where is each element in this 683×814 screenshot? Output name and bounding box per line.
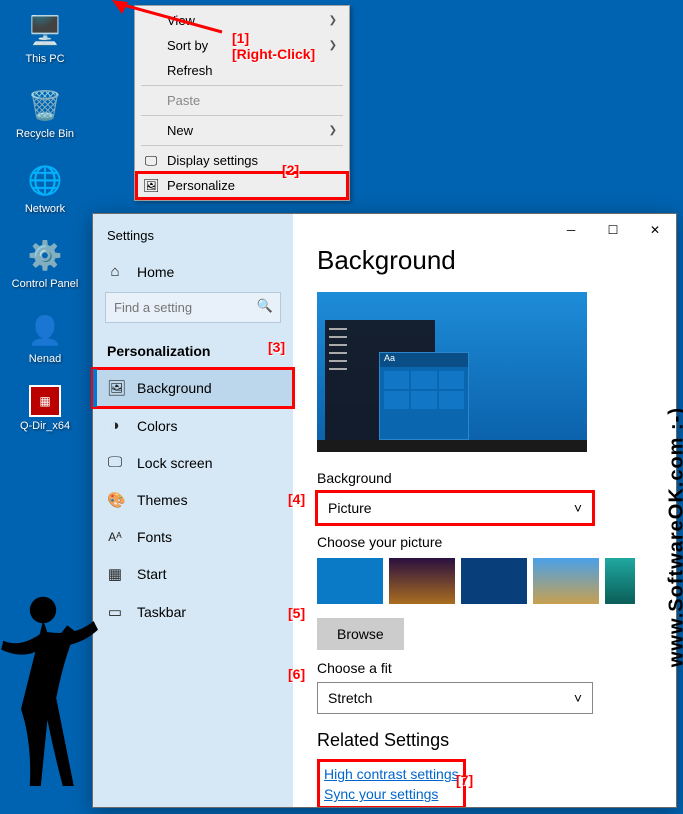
related-links: High contrast settings Sync your setting… xyxy=(317,759,466,807)
ctx-paste: Paste xyxy=(137,88,347,113)
ctx-new[interactable]: New ❯ xyxy=(137,118,347,143)
picture-thumb[interactable] xyxy=(317,558,383,604)
link-sync-settings[interactable]: Sync your settings xyxy=(324,784,459,804)
sidebar-home[interactable]: ⌂ Home xyxy=(93,257,293,290)
desktop-icon-recycle-bin[interactable]: 🗑️ Recycle Bin xyxy=(10,85,80,140)
home-icon: ⌂ xyxy=(107,263,123,280)
background-icon: 🖼 xyxy=(107,379,123,397)
desktop-icon-network[interactable]: 🌐 Network xyxy=(10,160,80,215)
background-preview: Aa xyxy=(317,292,587,452)
settings-content: Background Aa Background Picture ˅ Choos… xyxy=(293,245,676,807)
ctx-personalize[interactable]: 🖼 Personalize xyxy=(137,173,347,198)
settings-window: Settings ⌂ Home 🔍 Personalization 🖼 Back… xyxy=(92,213,677,808)
link-high-contrast[interactable]: High contrast settings xyxy=(324,764,459,784)
picture-thumb[interactable] xyxy=(605,558,635,604)
picture-thumb[interactable] xyxy=(533,558,599,604)
network-icon: 🌐 xyxy=(25,160,65,200)
sidebar-nav-lock-screen[interactable]: 🖵 Lock screen xyxy=(93,444,293,481)
sidebar-nav-start[interactable]: ▦ Start xyxy=(93,555,293,593)
settings-main: ─ ☐ ✕ Background Aa Background Picture ˅ xyxy=(293,214,676,807)
themes-icon: 🎨 xyxy=(107,491,123,509)
picture-thumbnails xyxy=(317,558,652,604)
sidebar-category: Personalization xyxy=(93,337,293,369)
sidebar-nav-colors[interactable]: ◑ Colors xyxy=(93,407,293,444)
preview-sample-window: Aa xyxy=(379,352,469,440)
label-choose-picture: Choose your picture xyxy=(317,534,652,550)
chevron-right-icon: ❯ xyxy=(329,125,337,136)
page-title: Background xyxy=(317,245,652,276)
recycle-bin-icon: 🗑️ xyxy=(25,85,65,125)
lock-icon: 🖵 xyxy=(107,454,123,471)
background-type-dropdown[interactable]: Picture ˅ xyxy=(317,492,593,524)
ctx-view[interactable]: View ❯ xyxy=(137,8,347,33)
chevron-down-icon: ˅ xyxy=(574,690,582,706)
titlebar: ─ ☐ ✕ xyxy=(293,214,676,245)
browse-button[interactable]: Browse xyxy=(317,618,404,650)
chevron-right-icon: ❯ xyxy=(329,40,337,51)
sidebar-nav-taskbar[interactable]: ▭ Taskbar xyxy=(93,593,293,631)
desktop-icon-qdir[interactable]: ▦ Q-Dir_x64 xyxy=(10,385,80,432)
qdir-icon: ▦ xyxy=(29,385,61,417)
colors-icon: ◑ xyxy=(107,417,123,434)
chevron-right-icon: ❯ xyxy=(329,15,337,26)
sidebar-nav-themes[interactable]: 🎨 Themes xyxy=(93,481,293,519)
desktop-icon-this-pc[interactable]: 🖥️ This PC xyxy=(10,10,80,65)
picture-thumb[interactable] xyxy=(389,558,455,604)
separator xyxy=(141,115,343,116)
ctx-refresh[interactable]: Refresh xyxy=(137,58,347,83)
desktop-icon-control-panel[interactable]: ⚙️ Control Panel xyxy=(10,235,80,290)
personalize-icon: 🖼 xyxy=(143,178,159,194)
separator xyxy=(141,85,343,86)
related-settings-heading: Related Settings xyxy=(317,730,652,751)
sidebar-nav-fonts[interactable]: Aᴬ Fonts xyxy=(93,519,293,555)
preview-taskbar xyxy=(317,440,587,452)
settings-app-title: Settings xyxy=(93,222,293,257)
control-panel-icon: ⚙️ xyxy=(25,235,65,275)
ctx-sort-by[interactable]: Sort by ❯ xyxy=(137,33,347,58)
fonts-icon: Aᴬ xyxy=(107,530,123,544)
label-background: Background xyxy=(317,470,652,486)
user-folder-icon: 👤 xyxy=(25,310,65,350)
minimize-button[interactable]: ─ xyxy=(550,215,592,245)
picture-thumb[interactable] xyxy=(461,558,527,604)
start-icon: ▦ xyxy=(107,565,123,583)
computer-icon: 🖥️ xyxy=(25,10,65,50)
desktop-icon-user[interactable]: 👤 Nenad xyxy=(10,310,80,365)
sidebar-nav-background[interactable]: 🖼 Background xyxy=(93,369,293,407)
monitor-icon: 🖵 xyxy=(143,153,159,169)
separator xyxy=(141,145,343,146)
search-icon: 🔍 xyxy=(257,298,273,314)
label-choose-fit: Choose a fit xyxy=(317,660,652,676)
desktop-context-menu: View ❯ Sort by ❯ Refresh Paste New ❯ 🖵 D… xyxy=(134,5,350,201)
search-input[interactable] xyxy=(105,292,281,323)
settings-sidebar: Settings ⌂ Home 🔍 Personalization 🖼 Back… xyxy=(93,214,293,807)
ctx-display-settings[interactable]: 🖵 Display settings xyxy=(137,148,347,173)
close-button[interactable]: ✕ xyxy=(634,215,676,245)
maximize-button[interactable]: ☐ xyxy=(592,215,634,245)
fit-dropdown[interactable]: Stretch ˅ xyxy=(317,682,593,714)
settings-search: 🔍 xyxy=(105,292,281,323)
chevron-down-icon: ˅ xyxy=(574,500,582,516)
taskbar-icon: ▭ xyxy=(107,603,123,621)
